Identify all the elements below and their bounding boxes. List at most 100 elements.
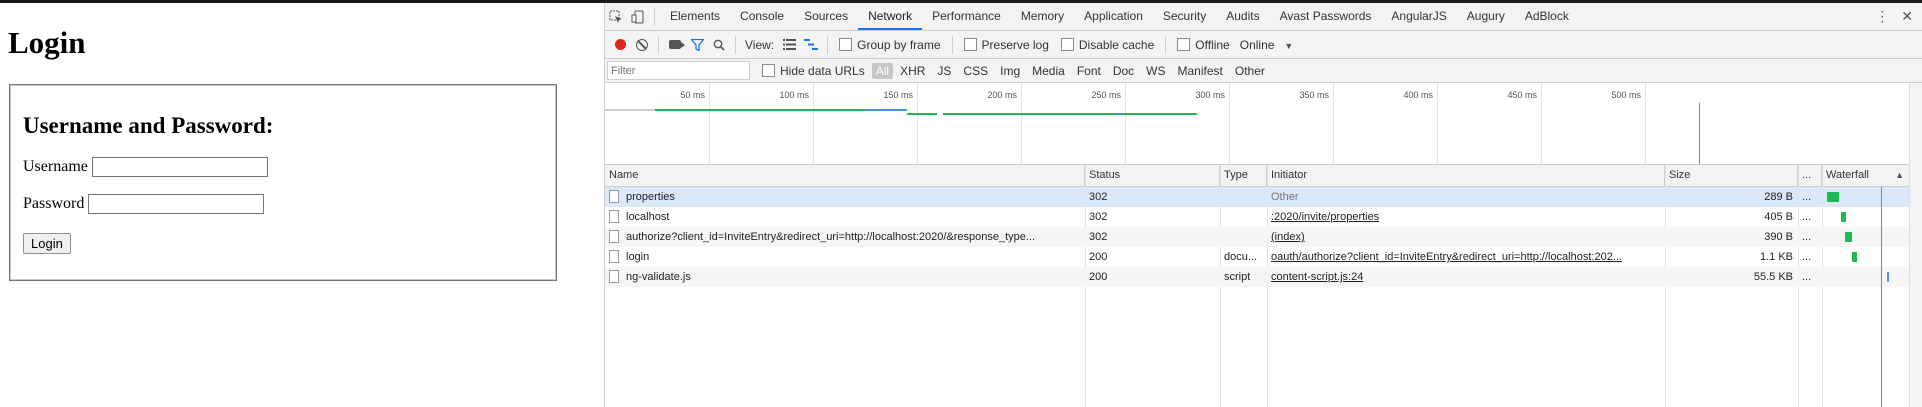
- tab-performance[interactable]: Performance: [922, 3, 1011, 30]
- network-toolbar: View: Group by frame Preserve log Disabl…: [605, 31, 1922, 59]
- request-name-cell: properties: [605, 187, 1085, 207]
- tab-adblock[interactable]: AdBlock: [1515, 3, 1579, 30]
- overview-tick-label: 200 ms: [987, 90, 1017, 100]
- password-input[interactable]: [88, 194, 265, 214]
- tab-avast-passwords[interactable]: Avast Passwords: [1270, 3, 1382, 30]
- inspect-element-icon[interactable]: [605, 7, 627, 27]
- filter-type-other[interactable]: Other: [1230, 63, 1270, 79]
- hide-data-urls-checkbox[interactable]: Hide data URLs: [762, 64, 865, 78]
- filter-type-manifest[interactable]: Manifest: [1173, 63, 1228, 79]
- time-cell: ...: [1802, 191, 1812, 203]
- devtools-tabbar: Elements Console Sources Network Performance…: [605, 3, 1922, 31]
- table-row[interactable]: login 200 docu... oauth/authorize?client_id…: [605, 247, 1922, 267]
- request-name-cell: ng-validate.js: [605, 267, 1085, 287]
- overview-tick-label: 400 ms: [1403, 90, 1433, 100]
- waterfall-view-icon[interactable]: [800, 35, 822, 55]
- large-rows-icon[interactable]: [778, 35, 800, 55]
- tab-network[interactable]: Network: [858, 3, 923, 30]
- filter-type-all[interactable]: All: [871, 62, 894, 79]
- filter-type-ws[interactable]: WS: [1141, 63, 1170, 79]
- tab-angularjs[interactable]: AngularJS: [1381, 3, 1456, 30]
- column-type[interactable]: Type: [1220, 165, 1267, 186]
- login-button[interactable]: Login: [23, 233, 71, 254]
- filter-icon[interactable]: [686, 35, 708, 55]
- overview-tick-label: 100 ms: [779, 90, 809, 100]
- column-initiator[interactable]: Initiator: [1267, 165, 1665, 186]
- dom-content-loaded-line: [1881, 187, 1882, 407]
- tab-sources[interactable]: Sources: [794, 3, 858, 30]
- toolbar-separator: [735, 35, 736, 54]
- overview-tick-label: 450 ms: [1507, 90, 1537, 100]
- more-options-icon[interactable]: ⋮: [1867, 8, 1897, 25]
- tab-augury[interactable]: Augury: [1457, 3, 1515, 30]
- overview-timing-bar: [907, 113, 937, 115]
- filter-type-doc[interactable]: Doc: [1108, 63, 1139, 79]
- filter-type-xhr[interactable]: XHR: [895, 63, 930, 79]
- tab-security[interactable]: Security: [1153, 3, 1216, 30]
- overview-tick-label: 500 ms: [1611, 90, 1641, 100]
- toolbar-separator: [1165, 35, 1167, 54]
- waterfall-bar: [1845, 232, 1852, 242]
- status-cell: 302: [1089, 231, 1108, 243]
- type-cell: [1220, 187, 1267, 207]
- tab-memory[interactable]: Memory: [1011, 3, 1074, 30]
- column-waterfall[interactable]: Waterfall ▲: [1822, 165, 1910, 186]
- size-cell: 405 B: [1764, 211, 1793, 223]
- filter-type-css[interactable]: CSS: [958, 63, 993, 79]
- close-devtools-icon[interactable]: ✕: [1897, 8, 1922, 25]
- chevron-down-icon: ▼: [1284, 40, 1294, 51]
- type-cell: [1220, 227, 1267, 247]
- tab-application[interactable]: Application: [1074, 3, 1153, 30]
- username-input[interactable]: [91, 157, 268, 177]
- time-cell: ...: [1802, 231, 1812, 243]
- device-toolbar-icon[interactable]: [627, 7, 649, 27]
- size-cell: 390 B: [1764, 231, 1793, 243]
- overview-gridline: [1645, 83, 1646, 164]
- username-label: Username: [23, 158, 88, 175]
- tab-audits[interactable]: Audits: [1216, 3, 1269, 30]
- table-row[interactable]: authorize?client_id=InviteEntry&redirect…: [605, 227, 1922, 247]
- tab-separator: [654, 7, 655, 26]
- overview-gridline: [709, 83, 710, 164]
- column-size[interactable]: Size: [1665, 165, 1798, 186]
- tab-elements[interactable]: Elements: [660, 3, 730, 30]
- column-status[interactable]: Status: [1085, 165, 1220, 186]
- filter-type-js[interactable]: JS: [932, 63, 956, 79]
- offline-checkbox[interactable]: Offline: [1177, 38, 1230, 52]
- filter-type-font[interactable]: Font: [1072, 63, 1106, 79]
- filter-input[interactable]: [607, 61, 750, 80]
- vertical-scrollbar[interactable]: [1909, 83, 1922, 407]
- throttling-select[interactable]: Online ▼: [1240, 38, 1294, 52]
- record-icon[interactable]: [609, 35, 631, 55]
- clear-icon[interactable]: [631, 35, 653, 55]
- toolbar-separator: [827, 35, 829, 54]
- capture-screenshots-icon[interactable]: [664, 35, 686, 55]
- disable-cache-checkbox[interactable]: Disable cache: [1060, 38, 1154, 52]
- search-icon[interactable]: [708, 35, 730, 55]
- filter-type-img[interactable]: Img: [995, 63, 1025, 79]
- column-name[interactable]: Name: [605, 165, 1085, 186]
- table-row[interactable]: localhost 302:2020/invite/properties 405 B…: [605, 207, 1922, 227]
- initiator-cell[interactable]: oauth/authorize?client_id=InviteEntry&re…: [1267, 247, 1665, 267]
- group-by-frame-checkbox[interactable]: Group by frame: [839, 38, 941, 52]
- column-time[interactable]: ...: [1798, 165, 1822, 186]
- overview-timing-bar: [655, 109, 865, 111]
- view-label: View:: [745, 37, 775, 52]
- initiator-cell[interactable]: (index): [1267, 227, 1665, 247]
- status-cell: 200: [1089, 271, 1108, 283]
- preserve-log-checkbox[interactable]: Preserve log: [963, 38, 1049, 52]
- page-title: Login: [8, 25, 86, 60]
- table-row[interactable]: properties 302 Other 289 B...: [605, 187, 1922, 207]
- initiator-cell[interactable]: content-script.js:24: [1267, 267, 1665, 287]
- table-row[interactable]: ng-validate.js 200 script content-script.js…: [605, 267, 1922, 287]
- filter-type-media[interactable]: Media: [1027, 63, 1070, 79]
- file-icon: [609, 249, 619, 263]
- overview-tick-label: 50 ms: [680, 90, 705, 100]
- time-cell: ...: [1802, 211, 1812, 223]
- request-name-cell: login: [605, 247, 1085, 267]
- initiator-cell[interactable]: :2020/invite/properties: [1267, 207, 1665, 227]
- tab-console[interactable]: Console: [730, 3, 794, 30]
- overview-tick-label: 350 ms: [1299, 90, 1329, 100]
- time-cell: ...: [1802, 271, 1812, 283]
- devtools-panel: Elements Console Sources Network Performance…: [604, 3, 1922, 407]
